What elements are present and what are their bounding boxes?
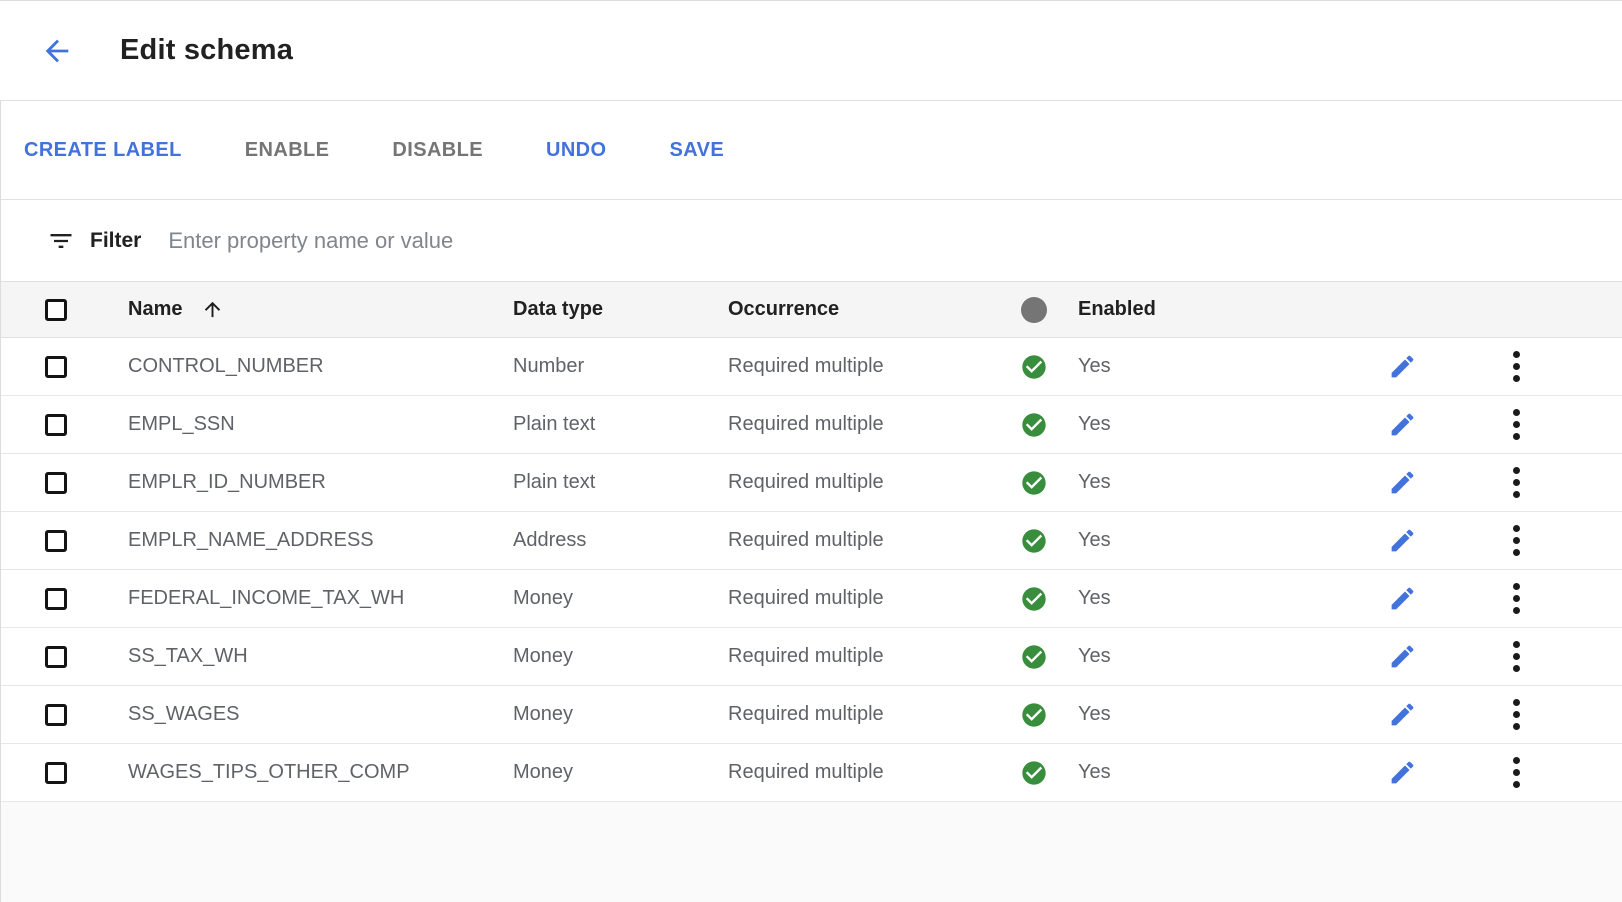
edit-pencil-icon[interactable] — [1388, 352, 1417, 381]
property-data-type: Money — [513, 587, 728, 610]
row-checkbox[interactable] — [45, 414, 67, 436]
row-checkbox[interactable] — [45, 588, 67, 610]
status-column-circle-icon — [1021, 297, 1047, 323]
property-occurrence: Required multiple — [728, 761, 990, 784]
table-row: EMPLR_ID_NUMBER Plain text Required mult… — [1, 454, 1622, 512]
more-options-icon[interactable] — [1509, 405, 1524, 444]
select-all-checkbox[interactable] — [45, 299, 67, 321]
property-enabled: Yes — [1078, 587, 1363, 610]
property-data-type: Number — [513, 355, 728, 378]
more-options-icon[interactable] — [1509, 347, 1524, 386]
more-options-icon[interactable] — [1509, 753, 1524, 792]
save-button[interactable]: SAVE — [670, 139, 725, 162]
app-bar: Edit schema — [0, 0, 1622, 101]
undo-button[interactable]: UNDO — [546, 139, 607, 162]
sort-ascending-icon — [201, 298, 224, 321]
property-name: FEDERAL_INCOME_TAX_WH — [128, 587, 404, 610]
property-enabled: Yes — [1078, 645, 1363, 668]
property-data-type: Plain text — [513, 413, 728, 436]
property-name: EMPLR_NAME_ADDRESS — [128, 529, 374, 552]
edit-pencil-icon[interactable] — [1388, 700, 1417, 729]
row-checkbox[interactable] — [45, 356, 67, 378]
more-options-icon[interactable] — [1509, 637, 1524, 676]
property-enabled: Yes — [1078, 413, 1363, 436]
check-circle-icon — [1020, 411, 1048, 439]
property-name: EMPL_SSN — [128, 413, 235, 436]
edit-pencil-icon[interactable] — [1388, 758, 1417, 787]
table-row: WAGES_TIPS_OTHER_COMP Money Required mul… — [1, 744, 1622, 802]
property-occurrence: Required multiple — [728, 413, 990, 436]
property-name: WAGES_TIPS_OTHER_COMP — [128, 761, 410, 784]
table-row: SS_WAGES Money Required multiple Yes — [1, 686, 1622, 744]
check-circle-icon — [1020, 353, 1048, 381]
row-checkbox[interactable] — [45, 472, 67, 494]
row-checkbox[interactable] — [45, 530, 67, 552]
more-options-icon[interactable] — [1509, 463, 1524, 502]
property-enabled: Yes — [1078, 471, 1363, 494]
property-data-type: Plain text — [513, 471, 728, 494]
filter-bar: Filter — [1, 200, 1622, 282]
property-enabled: Yes — [1078, 355, 1363, 378]
property-occurrence: Required multiple — [728, 471, 990, 494]
property-name: SS_WAGES — [128, 703, 240, 726]
filter-list-icon — [47, 227, 75, 255]
property-data-type: Money — [513, 645, 728, 668]
property-name: SS_TAX_WH — [128, 645, 248, 668]
property-occurrence: Required multiple — [728, 529, 990, 552]
table-header-row: Name Data type Occurrence Enabled — [1, 282, 1622, 338]
content-panel: CREATE LABEL ENABLE DISABLE UNDO SAVE Fi… — [0, 101, 1622, 902]
row-checkbox[interactable] — [45, 646, 67, 668]
table-row: EMPLR_NAME_ADDRESS Address Required mult… — [1, 512, 1622, 570]
property-occurrence: Required multiple — [728, 587, 990, 610]
row-checkbox[interactable] — [45, 762, 67, 784]
property-occurrence: Required multiple — [728, 355, 990, 378]
column-header-name[interactable]: Name — [128, 298, 513, 321]
check-circle-icon — [1020, 585, 1048, 613]
check-circle-icon — [1020, 527, 1048, 555]
edit-pencil-icon[interactable] — [1388, 642, 1417, 671]
more-options-icon[interactable] — [1509, 579, 1524, 618]
page-title: Edit schema — [120, 34, 293, 67]
table-footer-area — [1, 802, 1622, 902]
table-row: EMPL_SSN Plain text Required multiple Ye… — [1, 396, 1622, 454]
action-toolbar: CREATE LABEL ENABLE DISABLE UNDO SAVE — [1, 101, 1622, 200]
column-header-enabled[interactable]: Enabled — [1078, 298, 1363, 321]
column-header-occurrence[interactable]: Occurrence — [728, 298, 990, 321]
create-label-button[interactable]: CREATE LABEL — [24, 139, 182, 162]
row-checkbox[interactable] — [45, 704, 67, 726]
more-options-icon[interactable] — [1509, 521, 1524, 560]
property-name: CONTROL_NUMBER — [128, 355, 324, 378]
property-enabled: Yes — [1078, 703, 1363, 726]
property-enabled: Yes — [1078, 529, 1363, 552]
property-data-type: Address — [513, 529, 728, 552]
back-arrow-icon[interactable] — [40, 34, 74, 68]
check-circle-icon — [1020, 643, 1048, 671]
property-name: EMPLR_ID_NUMBER — [128, 471, 326, 494]
check-circle-icon — [1020, 701, 1048, 729]
edit-pencil-icon[interactable] — [1388, 468, 1417, 497]
edit-pencil-icon[interactable] — [1388, 526, 1417, 555]
disable-button: DISABLE — [392, 139, 483, 162]
column-header-data-type[interactable]: Data type — [513, 298, 728, 321]
edit-pencil-icon[interactable] — [1388, 410, 1417, 439]
property-occurrence: Required multiple — [728, 645, 990, 668]
property-data-type: Money — [513, 761, 728, 784]
more-options-icon[interactable] — [1509, 695, 1524, 734]
property-enabled: Yes — [1078, 761, 1363, 784]
check-circle-icon — [1020, 469, 1048, 497]
table-row: SS_TAX_WH Money Required multiple Yes — [1, 628, 1622, 686]
edit-pencil-icon[interactable] — [1388, 584, 1417, 613]
filter-label: Filter — [90, 229, 141, 253]
enable-button: ENABLE — [245, 139, 330, 162]
check-circle-icon — [1020, 759, 1048, 787]
table-body: CONTROL_NUMBER Number Required multiple … — [1, 338, 1622, 802]
table-row: CONTROL_NUMBER Number Required multiple … — [1, 338, 1622, 396]
property-occurrence: Required multiple — [728, 703, 990, 726]
filter-input[interactable] — [168, 228, 1622, 254]
property-data-type: Money — [513, 703, 728, 726]
table-row: FEDERAL_INCOME_TAX_WH Money Required mul… — [1, 570, 1622, 628]
